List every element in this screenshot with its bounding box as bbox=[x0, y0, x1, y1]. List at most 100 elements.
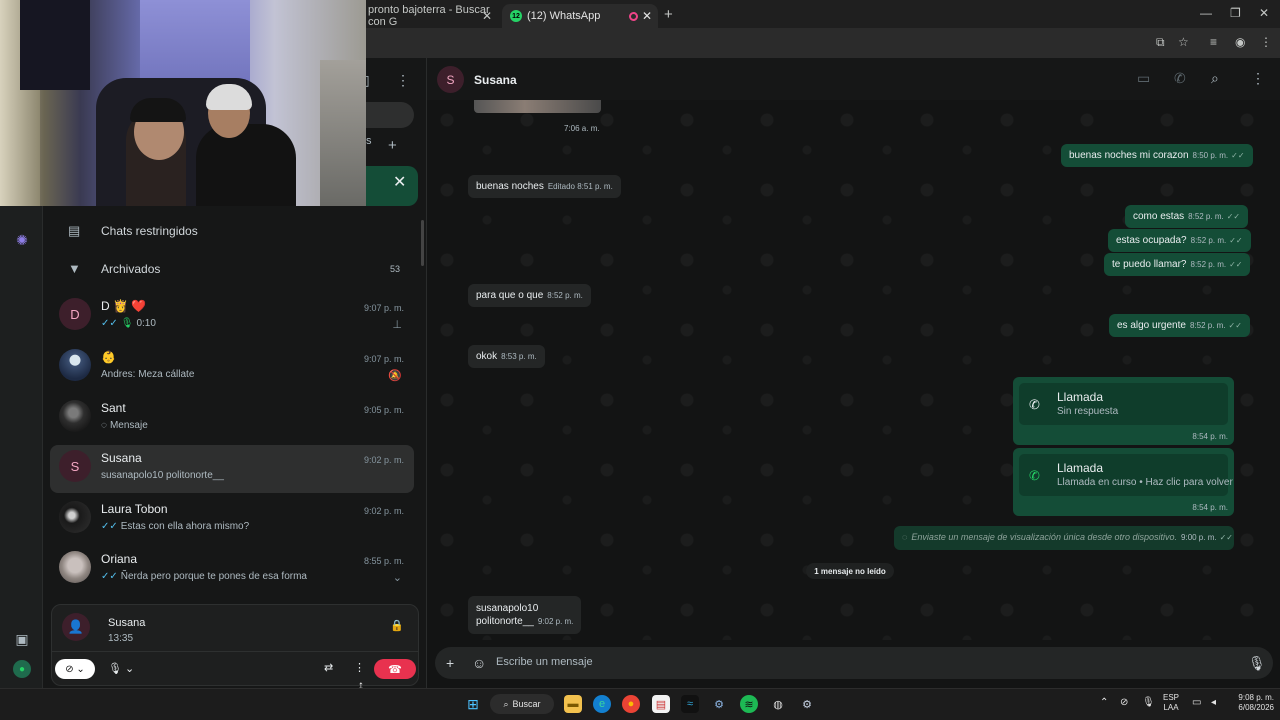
media-icon[interactable]: ▣ bbox=[13, 630, 31, 648]
taskbar-search[interactable]: ⌕ Buscar bbox=[490, 694, 554, 714]
webcam-background bbox=[20, 0, 90, 90]
mic-button[interactable]: 🎙 ⌄ bbox=[108, 662, 134, 675]
chat-preview: Andres: Meza cállate bbox=[101, 369, 195, 380]
chat-row-sant[interactable]: Sant 9:05 p. m. ◌ Mensaje bbox=[50, 395, 414, 443]
scrollbar[interactable] bbox=[421, 220, 424, 266]
screen-share-button[interactable]: ⇄ bbox=[324, 661, 333, 674]
call-message-missed[interactable]: ✆ Llamada Sin respuesta 8:54 p. m. bbox=[1013, 377, 1234, 445]
chat-row-laura[interactable]: Laura Tobon 9:02 p. m. ✓✓ Estas con ella … bbox=[50, 496, 414, 544]
install-app-icon[interactable]: ⧉ bbox=[1156, 35, 1165, 50]
chrome-icon[interactable]: ● bbox=[622, 695, 640, 713]
mic-icon[interactable]: 🎙 bbox=[1248, 655, 1266, 672]
restricted-chats-item[interactable]: Chats restringidos bbox=[101, 224, 198, 238]
webcam-person bbox=[130, 98, 186, 122]
clock-time: 9:08 p. m. bbox=[1238, 693, 1274, 702]
obs-icon[interactable]: ◍ bbox=[769, 695, 787, 713]
attach-plus-icon[interactable]: + bbox=[446, 655, 454, 671]
chat-preview: ◌ Mensaje bbox=[101, 420, 148, 431]
chevron-up-icon[interactable]: ⌃ bbox=[1100, 697, 1108, 708]
message-bubble-in[interactable]: buenas noches Editado 8:51 p. m. bbox=[468, 175, 621, 198]
settings-icon[interactable]: ⚙ bbox=[798, 695, 816, 713]
mic-icon[interactable]: 🎙 bbox=[1142, 697, 1155, 708]
chat-name: 👶 bbox=[101, 350, 116, 364]
input-language[interactable]: ESP LAA bbox=[1163, 693, 1179, 713]
spotify-icon[interactable]: ≋ bbox=[740, 695, 758, 713]
chat-preview-text: Estas con ella ahora mismo? bbox=[120, 521, 250, 532]
divider bbox=[52, 651, 418, 652]
contact-avatar[interactable]: S bbox=[437, 66, 464, 93]
add-filter-icon[interactable]: + bbox=[388, 137, 397, 154]
call-message-ongoing[interactable]: ✆ Llamada Llamada en curso • Haz clic pa… bbox=[1013, 448, 1234, 516]
message-bubble-out[interactable]: buenas noches mi corazon 8:50 p. m. ✓✓ bbox=[1061, 144, 1253, 167]
menu-icon[interactable]: ⋮ bbox=[396, 72, 410, 89]
chat-row-d[interactable]: D D 👸 ❤️ 9:07 p. m. ✓✓ 🎙 0:10 ⊥ bbox=[50, 293, 414, 341]
chat-time: 9:07 p. m. bbox=[363, 303, 404, 313]
message-bubble-in[interactable]: para que o que 8:52 p. m. bbox=[468, 284, 591, 307]
search-input[interactable] bbox=[366, 102, 414, 128]
message-input[interactable]: Escribe un mensaje bbox=[496, 656, 593, 668]
media-controls-icon[interactable]: ≡ bbox=[1210, 35, 1217, 49]
profile-icon[interactable]: ● bbox=[13, 660, 31, 678]
archived-item[interactable]: Archivados bbox=[101, 262, 160, 276]
minimize-icon[interactable]: — bbox=[1200, 6, 1212, 20]
browser-menu-icon[interactable]: ⋮ bbox=[1260, 35, 1272, 49]
new-tab-button[interactable]: + bbox=[664, 6, 673, 23]
bookmark-star-icon[interactable]: ☆ bbox=[1178, 35, 1189, 49]
display-icon[interactable]: ▭ bbox=[1192, 697, 1201, 708]
notes-icon[interactable]: ▤ bbox=[652, 695, 670, 713]
chevron-down-icon[interactable]: ⌄ bbox=[393, 571, 402, 584]
conversation-header[interactable] bbox=[427, 58, 1280, 100]
taskbar-clock[interactable]: 9:08 p. m. 6/08/2026 bbox=[1228, 693, 1274, 713]
message-time: 8:52 p. m. bbox=[1189, 321, 1226, 330]
contact-name[interactable]: Susana bbox=[474, 73, 517, 87]
capcut-icon[interactable]: ≈ bbox=[681, 695, 699, 713]
windows-start-icon[interactable]: ⊞ bbox=[464, 695, 482, 713]
video-off-button[interactable]: ⊘ ⌄ bbox=[55, 659, 95, 679]
language-code: ESP bbox=[1163, 693, 1180, 702]
network-off-icon[interactable]: ⊘ bbox=[1120, 697, 1128, 708]
edge-icon[interactable]: e bbox=[593, 695, 611, 713]
more-options-button[interactable]: ⋮ bbox=[354, 661, 365, 674]
message-bubble-out[interactable]: te puedo llamar? 8:52 p. m. ✓✓ bbox=[1104, 253, 1251, 276]
double-check-icon: ✓✓ bbox=[1231, 151, 1245, 160]
message-time: 8:52 p. m. bbox=[1190, 260, 1227, 269]
restore-icon[interactable]: ❐ bbox=[1230, 6, 1241, 20]
steam-icon[interactable]: ⚙ bbox=[710, 695, 728, 713]
message-bubble-out[interactable]: estas ocupada? 8:52 p. m. ✓✓ bbox=[1108, 229, 1251, 252]
app-rail bbox=[0, 206, 43, 688]
chat-row-oriana[interactable]: Oriana 8:55 p. m. ✓✓ Ñerda pero porque te… bbox=[50, 546, 414, 594]
volume-icon[interactable]: ◂ bbox=[1211, 697, 1216, 708]
chat-time: 9:07 p. m. bbox=[363, 354, 404, 364]
view-once-icon: ◌ bbox=[902, 532, 908, 542]
close-icon[interactable]: ✕ bbox=[642, 9, 652, 23]
profile-icon[interactable]: ◉ bbox=[1235, 35, 1245, 49]
message-bubble-out[interactable]: es algo urgente 8:52 p. m. ✓✓ bbox=[1109, 314, 1250, 337]
filter-chip[interactable]: s bbox=[366, 135, 372, 147]
video-call-icon[interactable]: ▭ bbox=[1137, 70, 1150, 87]
search-icon[interactable]: ⌕ bbox=[1211, 70, 1219, 87]
active-call-icon: ✆ bbox=[1029, 468, 1040, 483]
chat-row-susana[interactable]: S Susana 9:02 p. m. susanapolo10 politon… bbox=[50, 445, 414, 493]
close-icon[interactable]: ✕ bbox=[482, 9, 492, 23]
window-close-icon[interactable]: ✕ bbox=[1259, 6, 1269, 20]
double-check-icon: ✓✓ bbox=[101, 521, 118, 532]
tab-google-search[interactable]: pronto bajoterra - Buscar con G ✕ bbox=[360, 4, 498, 28]
sticker-icon[interactable]: ☺ bbox=[472, 655, 486, 671]
tab-whatsapp[interactable]: 12 (12) WhatsApp ✕ bbox=[502, 4, 658, 28]
hang-up-button[interactable]: ☎ bbox=[374, 659, 416, 679]
image-message[interactable] bbox=[474, 100, 601, 113]
voice-call-icon[interactable]: ✆ bbox=[1174, 70, 1186, 87]
message-bubble-out[interactable]: como estas 8:52 p. m. ✓✓ bbox=[1125, 205, 1249, 228]
close-icon[interactable]: ✕ bbox=[393, 172, 406, 192]
omnibox[interactable] bbox=[366, 30, 1146, 54]
chat-row-baby[interactable]: 👶 9:07 p. m. Andres: Meza cállate 🔕 bbox=[50, 344, 414, 392]
whatsapp-icon: 12 bbox=[510, 10, 522, 22]
file-explorer-icon[interactable]: ▬ bbox=[564, 695, 582, 713]
meta-ai-icon[interactable]: ✺ bbox=[13, 231, 31, 249]
call-title: Llamada bbox=[1057, 390, 1104, 404]
message-text: okok bbox=[476, 351, 498, 362]
message-bubble-in[interactable]: susanapolo10 politonorte__ 9:02 p. m. bbox=[468, 596, 582, 634]
message-bubble-in[interactable]: okok 8:53 p. m. bbox=[468, 345, 545, 368]
chat-time: 9:02 p. m. bbox=[363, 455, 404, 465]
menu-icon[interactable]: ⋮ bbox=[1251, 70, 1265, 87]
